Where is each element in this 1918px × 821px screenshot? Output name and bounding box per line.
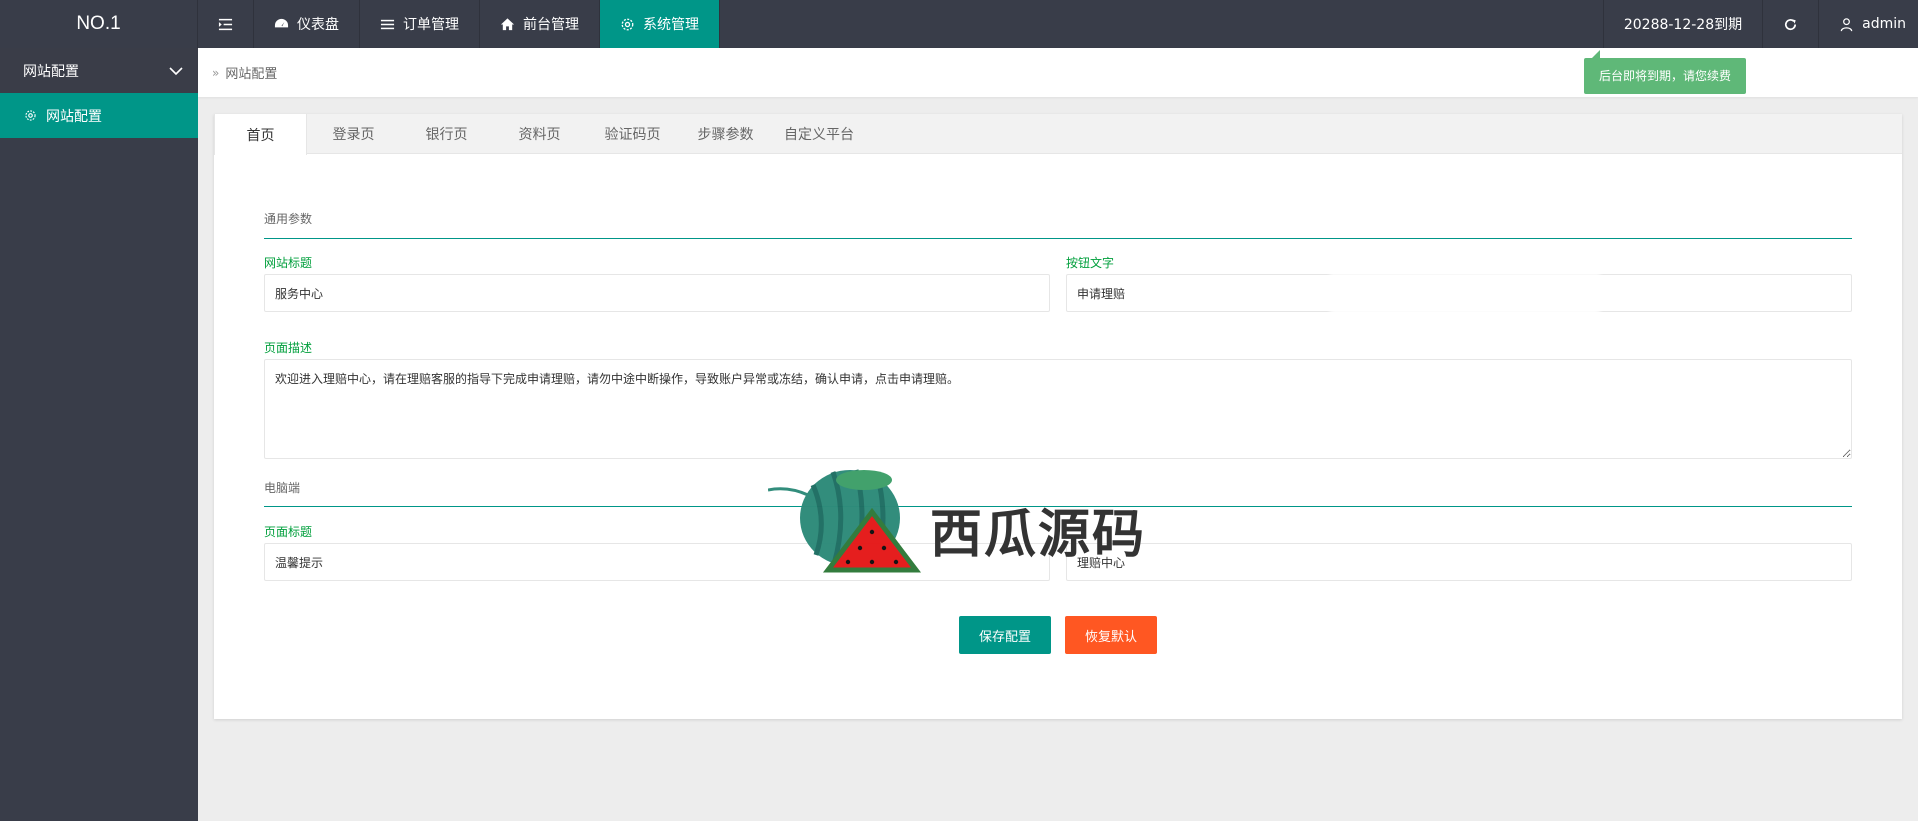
page-desc-textarea[interactable]: 欢迎进入理赔中心，请在理赔客服的指导下完成申请理赔，请勿中途中断操作，导致账户异… — [264, 359, 1852, 459]
tab-captcha[interactable]: 验证码页 — [586, 114, 679, 154]
tab-home[interactable]: 首页 — [214, 114, 307, 155]
reset-button[interactable]: 恢复默认 — [1065, 616, 1157, 654]
list-icon — [380, 19, 395, 29]
sidebar: 网站配置 网站配置 — [0, 48, 198, 821]
site-title-input[interactable] — [264, 274, 1050, 312]
nav-dashboard-label: 仪表盘 — [297, 17, 339, 33]
section-divider — [264, 238, 1852, 239]
dashboard-icon — [274, 18, 289, 27]
refresh-icon — [1785, 18, 1797, 30]
page-desc-label: 页面描述 — [264, 341, 313, 355]
right-title-input[interactable] — [1066, 543, 1852, 581]
user-icon — [1840, 17, 1853, 31]
refresh-button[interactable] — [1762, 0, 1818, 48]
sidebar-group-site-config[interactable]: 网站配置 — [0, 48, 198, 93]
nav-frontend[interactable]: 前台管理 — [480, 0, 600, 48]
double-chevron-right-icon: » — [212, 65, 220, 80]
tab-custom-platform[interactable]: 自定义平台 — [772, 114, 866, 154]
obscured-area — [1330, 272, 1600, 336]
gear-icon — [25, 110, 36, 121]
top-nav: 仪表盘 订单管理 前台管理 系统管理 — [198, 0, 720, 48]
nav-dashboard[interactable]: 仪表盘 — [254, 0, 360, 48]
chevron-down-icon — [169, 66, 183, 75]
watermelon-logo-icon — [768, 469, 922, 573]
top-right-area: 20288-12-28到期 admin — [1602, 0, 1918, 48]
tab-profile[interactable]: 资料页 — [493, 114, 586, 154]
logo[interactable]: NO.1 — [0, 0, 198, 48]
menu-indent-icon — [218, 18, 233, 30]
sidebar-item-label: 网站配置 — [46, 108, 102, 125]
top-header: NO.1 仪表盘 订单管理 前台管理 系统管理 20288-12-28到期 ad… — [0, 0, 1918, 48]
site-title-label: 网站标题 — [264, 256, 313, 270]
expire-tooltip: 后台即将到期，请您续费 — [1584, 50, 1747, 94]
expire-date: 20288-12-28到期 — [1602, 0, 1762, 48]
gear-icon — [621, 18, 634, 30]
nav-orders-label: 订单管理 — [403, 17, 459, 33]
nav-frontend-label: 前台管理 — [523, 17, 579, 33]
breadcrumb-current[interactable]: 网站配置 — [225, 63, 277, 82]
page-title-label: 页面标题 — [264, 525, 313, 539]
user-name: admin — [1862, 16, 1906, 32]
save-button[interactable]: 保存配置 — [959, 616, 1051, 654]
nav-system-label: 系统管理 — [643, 17, 699, 33]
section-general-title: 通用参数 — [264, 212, 313, 226]
tab-login[interactable]: 登录页 — [307, 114, 400, 154]
sidebar-item-site-config[interactable]: 网站配置 — [0, 93, 198, 138]
nav-orders[interactable]: 订单管理 — [360, 0, 480, 48]
section-pc-title: 电脑端 — [264, 481, 301, 495]
nav-system[interactable]: 系统管理 — [600, 0, 720, 48]
tab-bank[interactable]: 银行页 — [400, 114, 493, 154]
tab-steps[interactable]: 步骤参数 — [679, 114, 772, 154]
sidebar-group-label: 网站配置 — [23, 63, 79, 80]
user-menu[interactable]: admin — [1818, 0, 1918, 48]
button-text-label: 按钮文字 — [1066, 256, 1115, 270]
tab-bar: 首页 登录页 银行页 资料页 验证码页 步骤参数 自定义平台 — [214, 114, 1902, 155]
menu-toggle-button[interactable] — [198, 0, 254, 48]
config-card: 首页 登录页 银行页 资料页 验证码页 步骤参数 自定义平台 通用参数 网站标题… — [214, 114, 1902, 719]
home-icon — [500, 17, 515, 30]
watermark-text: 西瓜源码 — [930, 505, 1147, 565]
